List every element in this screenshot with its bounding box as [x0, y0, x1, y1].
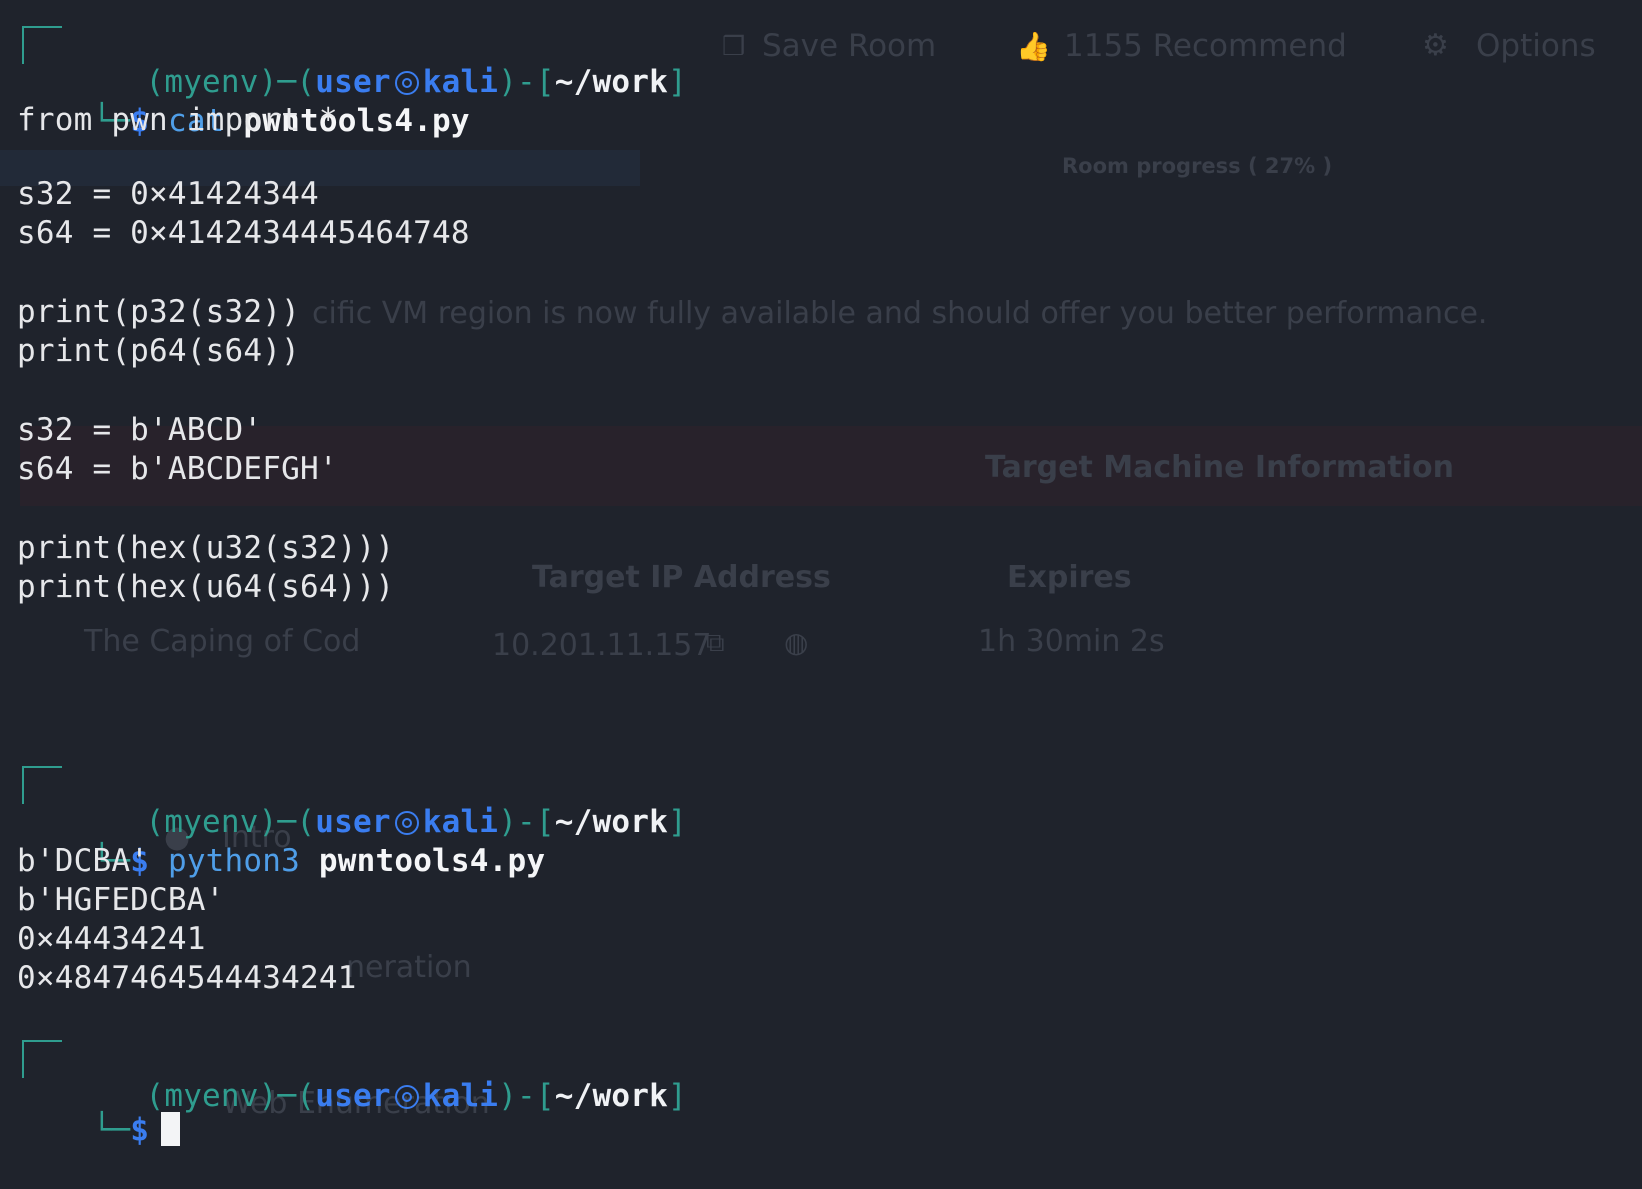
prompt-path: ~/work — [554, 64, 668, 100]
text-cursor[interactable] — [161, 1112, 181, 1146]
prompt-frame — [22, 26, 62, 64]
kali-skull-icon — [394, 1085, 419, 1109]
command-name: python3 — [167, 843, 300, 879]
output-line: b'DCBA' — [17, 843, 150, 879]
code-line: print(hex(u32(s32))) — [17, 530, 395, 566]
code-line: s32 = b'ABCD' — [17, 412, 263, 448]
input-line[interactable]: └─$ — [17, 1072, 181, 1189]
code-line: s64 = 0×4142434445464748 — [17, 215, 470, 251]
output-line: b'HGFEDCBA' — [17, 882, 225, 918]
code-line: print(p32(s32)) — [17, 294, 300, 330]
terminal-window[interactable]: (myenv)─(user kali)-[~/work] └─$ cat pwnt… — [0, 0, 1642, 1148]
code-line: s64 = b'ABCDEFGH' — [17, 451, 338, 487]
code-line: print(hex(u64(s64))) — [17, 569, 395, 605]
output-line: 0×44434241 — [17, 921, 206, 957]
code-line: from pwn import * — [17, 102, 338, 138]
output-line: 0×4847464544434241 — [17, 960, 357, 996]
command-argument: pwntools4.py — [318, 843, 546, 879]
code-line: print(p64(s64)) — [17, 333, 300, 369]
code-line: s32 = 0×41424344 — [17, 176, 319, 212]
prompt-frame — [22, 766, 62, 804]
